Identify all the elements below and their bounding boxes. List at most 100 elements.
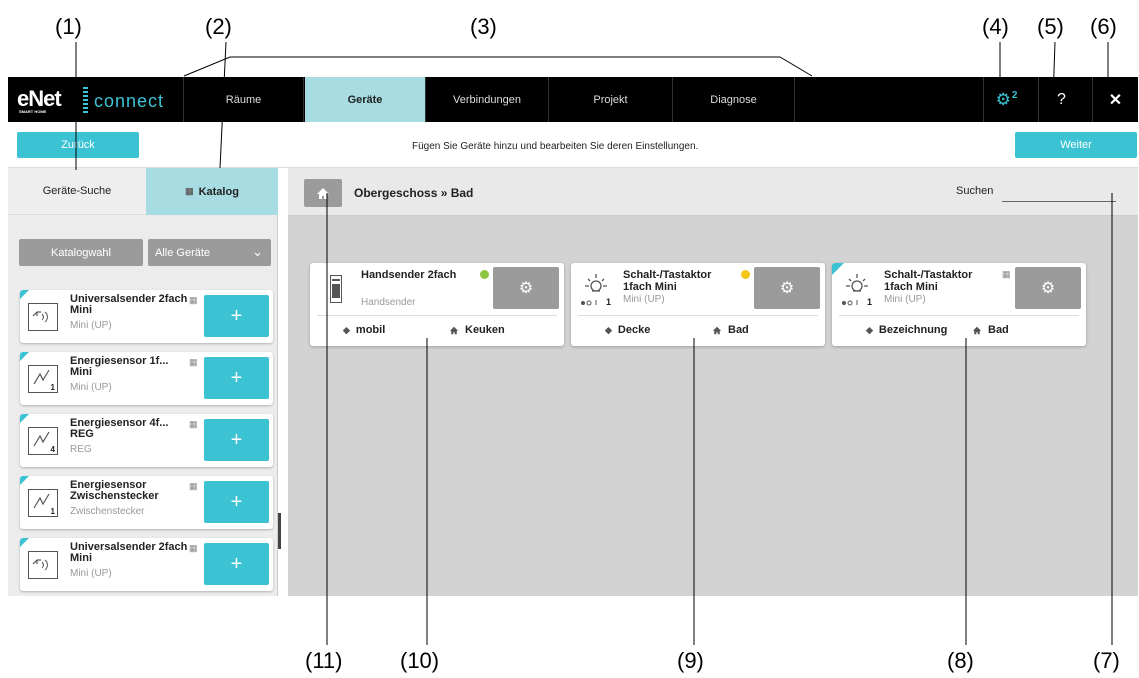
item-name: Energiesensor Zwischenstecker [70, 479, 159, 502]
catalog-book-icon: ▦ [189, 295, 198, 305]
gear-icon: ⚙ [1040, 280, 1056, 297]
back-button[interactable]: Zurück [17, 132, 139, 158]
help-button[interactable]: ? [1038, 77, 1084, 122]
tab-geraete[interactable]: Geräte [305, 77, 426, 122]
catalog-item: 1 Energiesensor 1f... Mini Mini (UP) ▦ + [20, 352, 273, 405]
catalog-item: 4 Energiesensor 4f... REG REG ▦ + [20, 414, 273, 467]
search-input[interactable] [1002, 182, 1116, 202]
tab-katalog-label: Katalog [198, 185, 239, 198]
gear-badge: 2 [1011, 90, 1018, 101]
room-label[interactable]: Keuken [449, 324, 505, 336]
catalog-book-icon: ▦ [189, 357, 198, 367]
catalog-select-button[interactable]: Katalogwahl [19, 239, 143, 266]
tab-projekt[interactable]: Projekt [549, 77, 673, 122]
breadcrumb: Obergeschoss » Bad [354, 186, 474, 200]
device-settings-button[interactable]: ⚙ [754, 267, 820, 309]
catalog-item: Universalsender 2fach Mini Mini (UP) ▦ + [20, 290, 273, 343]
enet-connect-logo: eNet SMART HOME connect [8, 77, 184, 122]
energy-sensor-icon: 4 [28, 427, 58, 455]
callout-11: (11) [305, 648, 343, 673]
tab-raeume[interactable]: Räume [184, 77, 304, 122]
item-corner-marker [20, 538, 29, 547]
callout-6: (6) [1090, 14, 1117, 39]
tag-text: Decke [617, 324, 651, 336]
app-window: eNet SMART HOME connect Räume Geräte Ver… [8, 77, 1138, 596]
sidebar-scrollbar[interactable] [278, 513, 281, 549]
gear-icon: ⚙ [995, 89, 1011, 109]
energy-sensor-icon: 1 [28, 489, 58, 517]
callout-1: (1) [55, 14, 82, 39]
tab-verbindungen[interactable]: Verbindungen [426, 77, 549, 122]
home-icon [972, 326, 982, 334]
card-divider [839, 315, 1079, 316]
home-icon [712, 326, 722, 334]
close-icon: ✕ [1108, 91, 1123, 109]
action-bar: Zurück Fügen Sie Geräte hinzu und bearbe… [8, 122, 1138, 168]
device-card[interactable]: 1 Schalt-/Tastaktor 1fach Mini ▦ Mini (U… [832, 263, 1086, 346]
tag-icon: ◆ [343, 324, 350, 335]
device-type: Handsender [361, 297, 416, 308]
room-label[interactable]: Bad [972, 324, 1009, 336]
tag-label[interactable]: ◆ mobil [343, 324, 385, 336]
tag-label[interactable]: ◆ Bezeichnung [866, 324, 947, 336]
help-icon: ? [1057, 90, 1066, 108]
device-title: Handsender 2fach [361, 269, 457, 281]
catalog-book-icon: ▦ [1002, 269, 1011, 279]
item-name: Energiesensor 4f... REG [70, 417, 169, 440]
sensor-channel-index: 4 [50, 445, 55, 454]
tab-diagnose[interactable]: Diagnose [673, 77, 795, 122]
item-name: Energiesensor 1f... Mini [70, 355, 169, 378]
device-type: Mini (UP) [623, 294, 665, 305]
catalog-book-icon: ▦ [189, 543, 198, 553]
info-text: Fügen Sie Geräte hinzu und bearbeiten Si… [412, 141, 699, 152]
device-type: Mini (UP) [884, 294, 926, 305]
item-sub: Mini (UP) [70, 320, 112, 331]
device-card[interactable]: 1 Schalt-/Tastaktor 1fach Mini Mini (UP)… [571, 263, 825, 346]
filter-value: Alle Geräte [155, 246, 211, 259]
device-filter-select[interactable]: Alle Geräte ⌄ [148, 239, 271, 266]
callout-2: (2) [205, 14, 232, 39]
search-label: Suchen [956, 185, 994, 197]
add-device-button[interactable]: + [204, 357, 269, 399]
item-sub: REG [70, 444, 92, 455]
lamp-icon: 1 [840, 271, 876, 311]
item-sub: Mini (UP) [70, 382, 112, 393]
channel-number: 1 [867, 297, 873, 307]
device-card[interactable]: Handsender 2fach Handsender ⚙ ◆ mobil Ke… [310, 263, 564, 346]
sensor-channel-index: 1 [50, 507, 55, 516]
callout-9: (9) [677, 648, 704, 673]
add-device-button[interactable]: + [204, 295, 269, 337]
tag-text: mobil [355, 324, 386, 336]
logo-product: connect [94, 91, 165, 111]
item-corner-marker [20, 352, 29, 361]
room-text: Keuken [465, 324, 505, 336]
breadcrumb-bar: Obergeschoss » Bad Suchen [288, 168, 1138, 216]
close-button[interactable]: ✕ [1092, 77, 1138, 122]
callout-5: (5) [1037, 14, 1064, 39]
item-corner-marker [20, 414, 29, 423]
tab-geraete-suche[interactable]: Geräte-Suche [8, 168, 146, 215]
device-settings-button[interactable]: ⚙ [1015, 267, 1081, 309]
item-name: Universalsender 2fach Mini [70, 541, 188, 564]
add-device-button[interactable]: + [204, 419, 269, 461]
settings-gear-button[interactable]: ⚙ 2 [983, 77, 1029, 122]
handheld-remote-icon [330, 275, 342, 303]
device-title: Schalt-/Tastaktor 1fach Mini [884, 269, 973, 293]
next-button[interactable]: Weiter [1015, 132, 1137, 158]
item-name: Universalsender 2fach Mini [70, 293, 188, 316]
add-device-button[interactable]: + [204, 481, 269, 523]
remote-icon [28, 551, 58, 579]
tag-label[interactable]: ◆ Decke [605, 324, 650, 336]
tab-katalog[interactable]: ▦ Katalog [146, 168, 278, 215]
room-label[interactable]: Bad [712, 324, 749, 336]
catalog-book-icon: ▦ [189, 481, 198, 491]
device-title: Schalt-/Tastaktor 1fach Mini [623, 269, 712, 293]
item-corner-marker [20, 290, 29, 299]
chevron-down-icon: ⌄ [252, 244, 263, 259]
device-settings-button[interactable]: ⚙ [493, 267, 559, 309]
catalog-book-icon: ▦ [189, 419, 198, 429]
add-device-button[interactable]: + [204, 543, 269, 585]
energy-sensor-icon: 1 [28, 365, 58, 393]
gear-icon: ⚙ [518, 280, 534, 297]
home-button[interactable] [304, 179, 342, 207]
